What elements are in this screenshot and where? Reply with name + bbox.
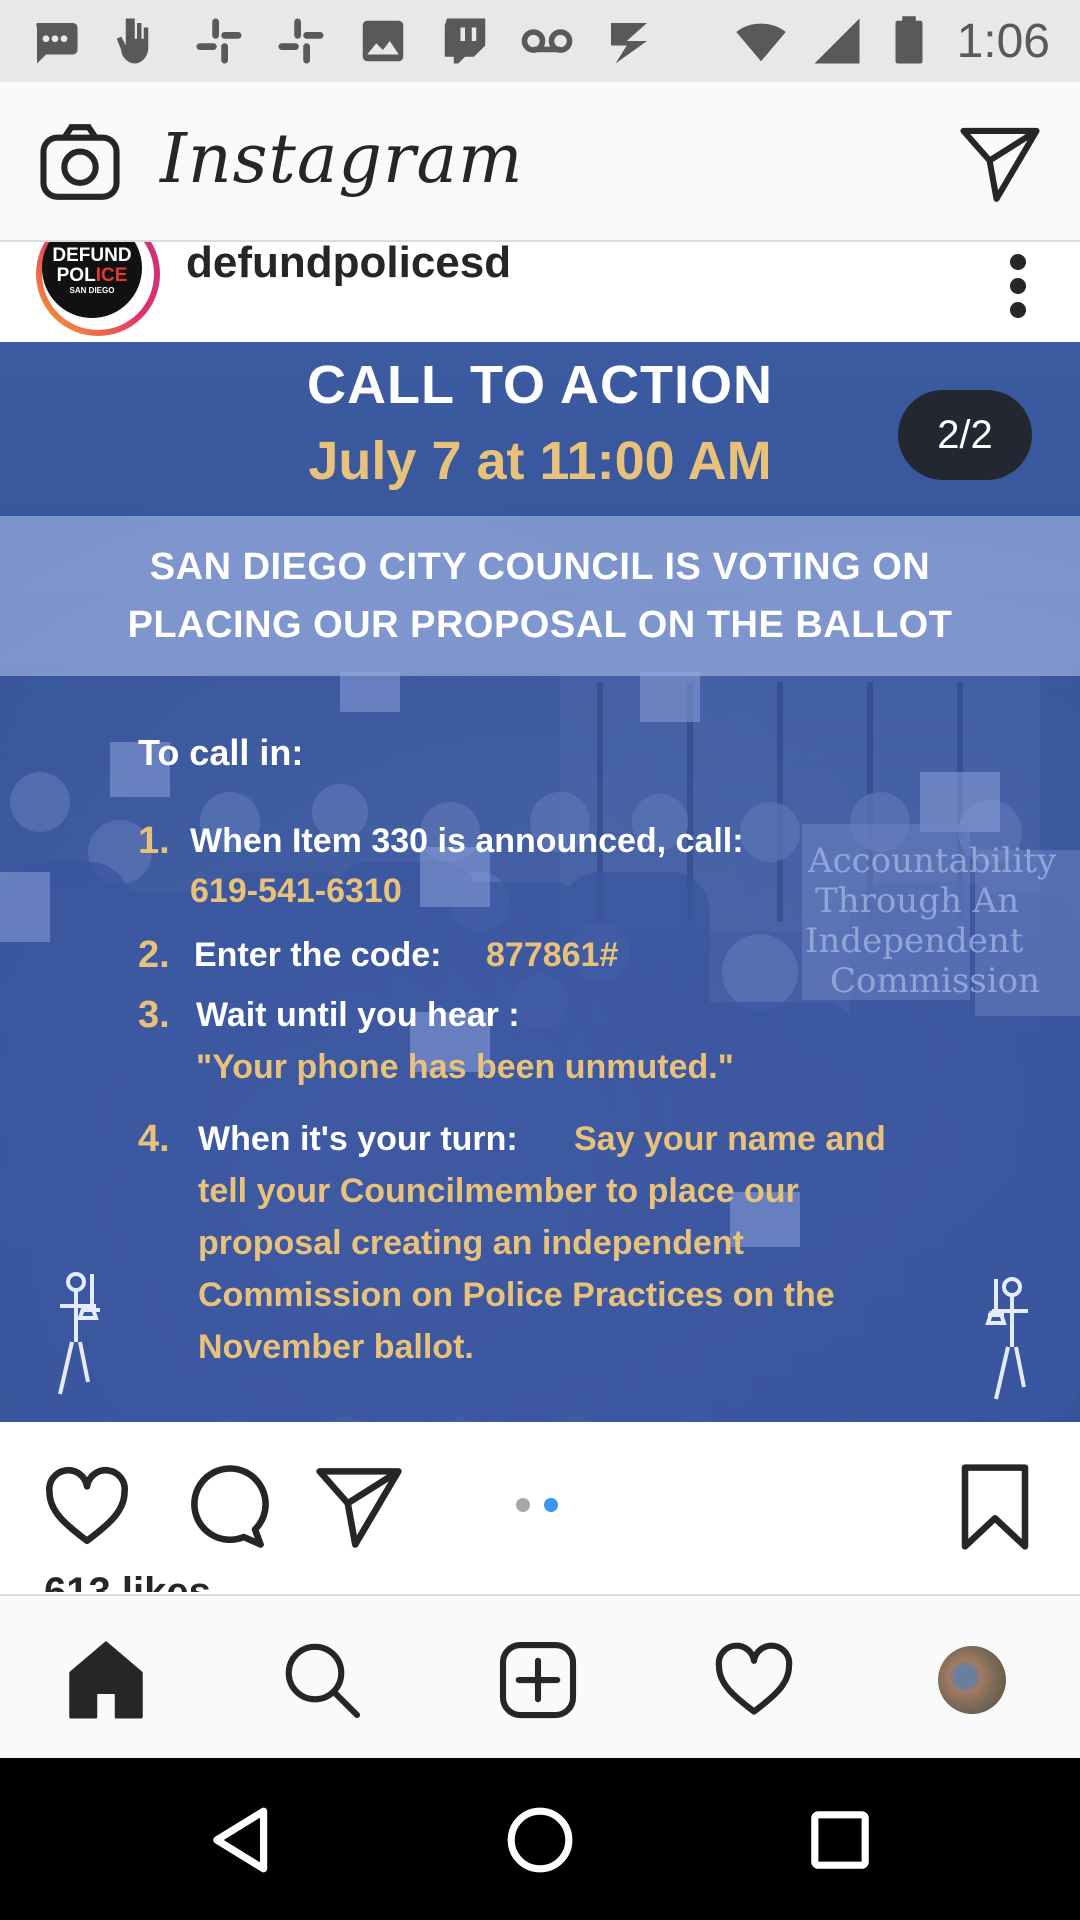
- carousel-dot: [516, 1498, 530, 1512]
- share-icon[interactable]: [314, 1462, 404, 1552]
- profile-avatar[interactable]: [938, 1646, 1006, 1714]
- post-header: DEFUND POLICE SAN DIEGO defundpolicesd: [0, 242, 1080, 342]
- hand-icon: [116, 18, 149, 64]
- avatar-text: DEFUND: [52, 245, 132, 266]
- status-bar: 1:06: [0, 0, 1080, 82]
- battery-icon: [895, 16, 923, 64]
- step-instruction: Commission on Police Practices on the: [198, 1276, 835, 1314]
- avatar-text: POLICE: [56, 265, 128, 286]
- step-instruction: November ballot.: [198, 1328, 474, 1366]
- camera-icon[interactable]: [38, 122, 122, 202]
- access-code: 877861#: [486, 936, 619, 974]
- post-image[interactable]: Accountability Through An Independent Co…: [0, 342, 1080, 1422]
- step-number: 4.: [138, 1118, 170, 1160]
- carousel-counter: 2/2: [898, 390, 1032, 480]
- signal-icon: [814, 18, 860, 64]
- sign-text: Commission: [830, 961, 1040, 1001]
- carousel-dot-active: [544, 1498, 558, 1512]
- avatar-text: SAN DIEGO: [69, 286, 115, 295]
- step-text: Enter the code:: [194, 936, 442, 974]
- post-username[interactable]: defundpolicesd: [186, 242, 511, 288]
- clock: 1:06: [956, 15, 1050, 68]
- home-circle-icon[interactable]: [504, 1804, 576, 1876]
- voicemail-icon: [521, 29, 573, 53]
- lady-justice-icon: [58, 1272, 100, 1395]
- bottom-nav: [0, 1594, 1080, 1758]
- likes-count[interactable]: 613 likes: [44, 1572, 211, 1592]
- sign-text: Through An: [815, 881, 1019, 921]
- sign-text: Independent: [805, 921, 1024, 961]
- unmuted-message: "Your phone has been unmuted.": [196, 1048, 734, 1086]
- new-post-icon[interactable]: [496, 1638, 580, 1722]
- call-in-heading: To call in:: [138, 732, 304, 773]
- lady-justice-icon: [985, 1277, 1028, 1400]
- post-avatar[interactable]: DEFUND POLICE SAN DIEGO: [36, 242, 160, 336]
- recents-icon[interactable]: [804, 1804, 876, 1876]
- step-text: Wait until you hear :: [196, 996, 520, 1034]
- phone-number: 619-541-6310: [190, 872, 402, 910]
- message-icon: [36, 23, 78, 64]
- like-heart-icon[interactable]: [42, 1462, 132, 1552]
- direct-message-icon[interactable]: [958, 124, 1042, 204]
- comment-icon[interactable]: [180, 1462, 270, 1552]
- step-instruction: Say your name and: [574, 1120, 886, 1158]
- step-instruction: proposal creating an independent: [198, 1224, 744, 1262]
- step-number: 1.: [138, 820, 170, 862]
- search-icon[interactable]: [280, 1638, 364, 1722]
- step-number: 3.: [138, 994, 170, 1036]
- app-icon: [611, 23, 647, 64]
- slack-icon: [196, 18, 242, 64]
- home-icon[interactable]: [64, 1638, 148, 1722]
- back-icon[interactable]: [206, 1804, 278, 1876]
- step-instruction: tell your Councilmember to place our: [198, 1172, 799, 1210]
- wifi-icon: [736, 23, 786, 62]
- slack-icon: [278, 18, 324, 64]
- gallery-icon: [362, 20, 404, 62]
- save-bookmark-icon[interactable]: [950, 1462, 1040, 1552]
- twitch-icon: [444, 18, 486, 64]
- system-nav-bar: [0, 1758, 1080, 1920]
- top-app-bar: Instagram: [0, 82, 1080, 242]
- instagram-logo[interactable]: Instagram: [160, 120, 523, 199]
- step-text: When Item 330 is announced, call:: [190, 822, 744, 860]
- headline-line: PLACING OUR PROPOSAL ON THE BALLOT: [127, 604, 953, 646]
- step-text: When it's your turn:: [198, 1120, 518, 1158]
- step-number: 2.: [138, 934, 170, 976]
- carousel-dots: [516, 1498, 572, 1517]
- headline-band: SAN DIEGO CITY COUNCIL IS VOTING ON PLAC…: [0, 516, 1080, 676]
- post-actions: 613 likes: [0, 1422, 1080, 1592]
- headline-line: SAN DIEGO CITY COUNCIL IS VOTING ON: [149, 546, 931, 588]
- more-options-icon[interactable]: [1008, 246, 1028, 326]
- sign-text: Accountability: [807, 841, 1057, 881]
- activity-icon[interactable]: [712, 1638, 796, 1722]
